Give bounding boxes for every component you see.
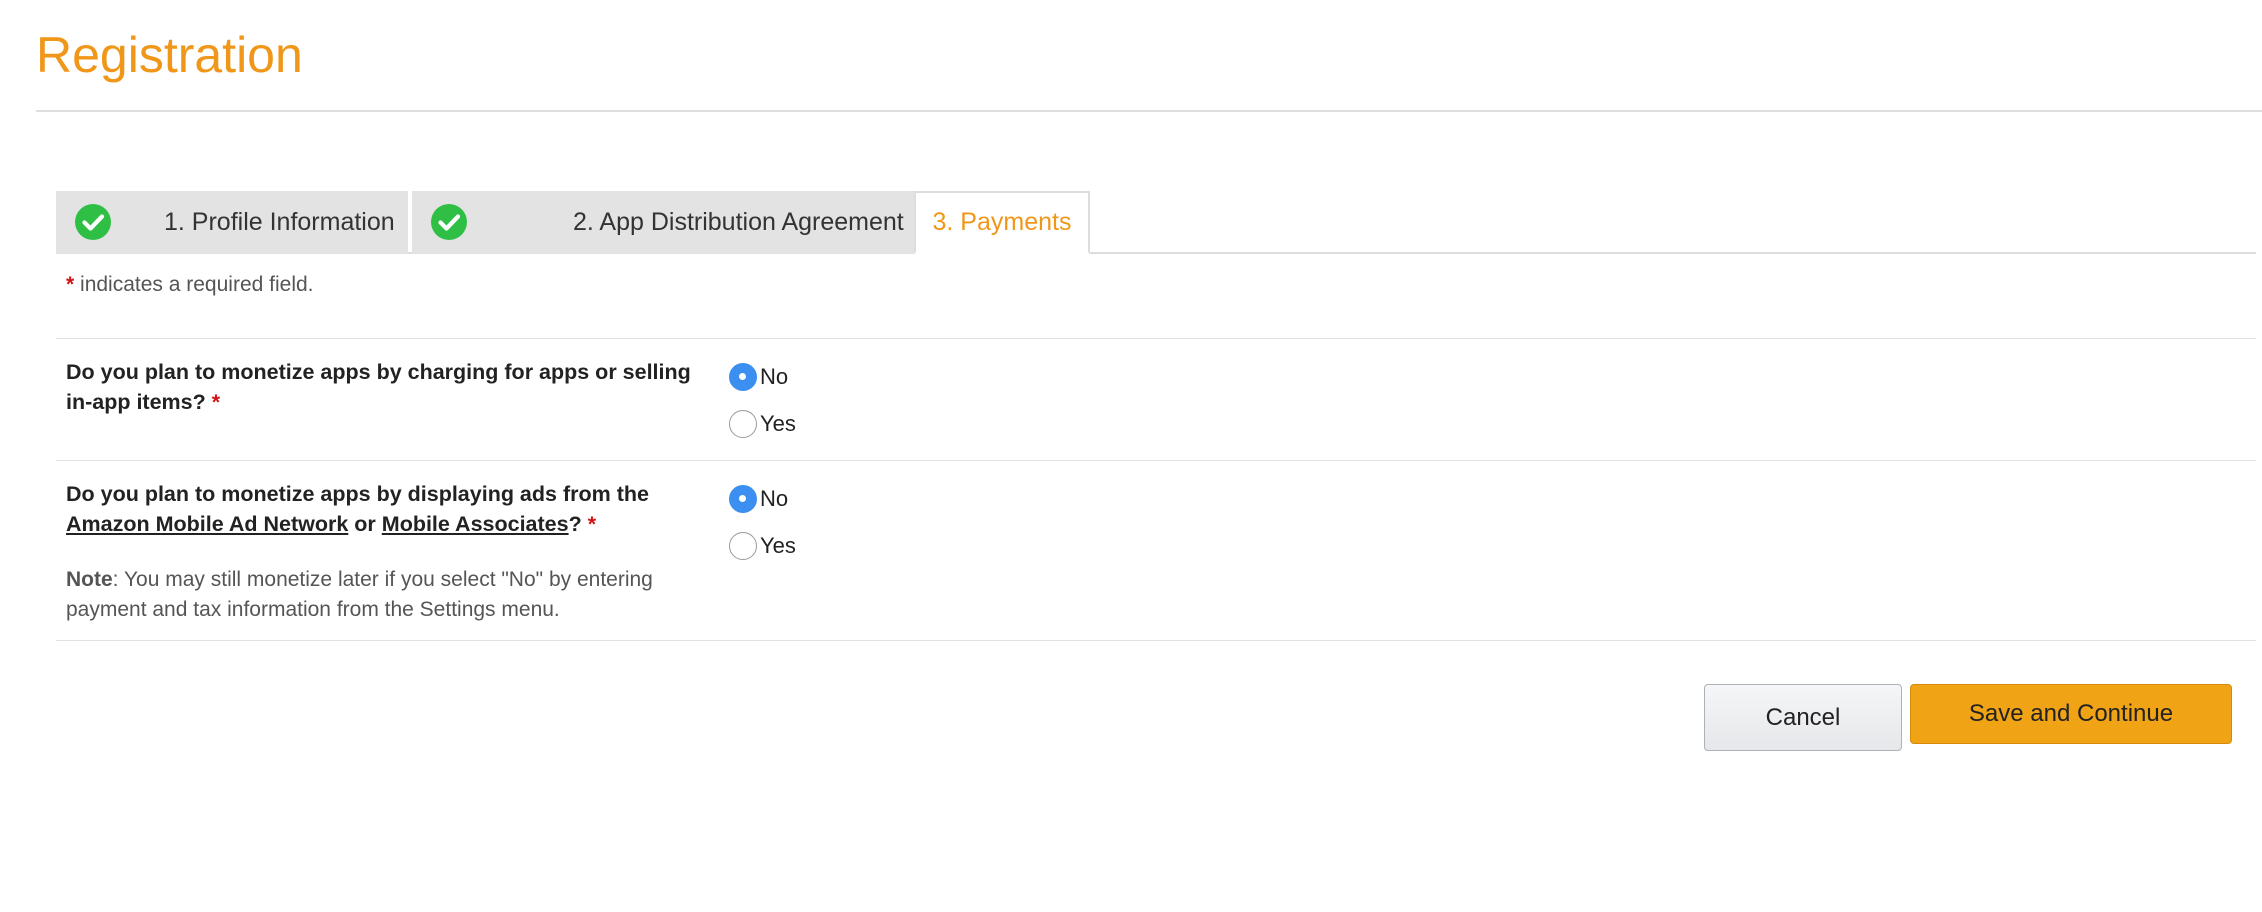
- required-star: *: [587, 512, 597, 536]
- required-star: *: [211, 390, 221, 414]
- radio-unselected-icon[interactable]: [729, 532, 757, 560]
- check-circle-icon: [431, 204, 467, 240]
- radio-label: Yes: [760, 533, 796, 558]
- q1-radio-yes[interactable]: Yes: [729, 410, 796, 438]
- monetize-later-note: Note: You may still monetize later if yo…: [66, 565, 726, 625]
- title-divider: [36, 110, 2262, 112]
- tab-label: 1. Profile Information: [164, 208, 395, 236]
- tab-payments[interactable]: 3. Payments: [914, 191, 1090, 254]
- tab-app-distribution-agreement[interactable]: 2. App Distribution Agreement: [412, 191, 914, 254]
- q2-radio-yes[interactable]: Yes: [729, 532, 796, 560]
- radio-selected-icon[interactable]: [729, 485, 757, 513]
- tab-label: 2. App Distribution Agreement: [573, 208, 904, 236]
- cancel-button[interactable]: Cancel: [1704, 684, 1902, 751]
- radio-label: No: [760, 486, 789, 511]
- question-charging-monetization: Do you plan to monetize apps by charging…: [66, 357, 716, 417]
- q2-radio-no[interactable]: No: [729, 485, 788, 513]
- amazon-mobile-ad-network-link[interactable]: Amazon Mobile Ad Network: [66, 512, 348, 536]
- q1-radio-no[interactable]: No: [729, 363, 788, 391]
- question-text: Do you plan to monetize apps by charging…: [66, 360, 691, 414]
- required-star: *: [66, 273, 75, 296]
- row-divider: [56, 338, 2256, 339]
- radio-label: No: [760, 364, 789, 389]
- question-text: Do you plan to monetize apps by displayi…: [66, 482, 649, 506]
- registration-steps: 1. Profile Information 2. App Distributi…: [56, 191, 2256, 254]
- question-text: or: [354, 512, 376, 536]
- mobile-associates-link[interactable]: Mobile Associates: [382, 512, 569, 536]
- tab-profile-information[interactable]: 1. Profile Information: [56, 191, 408, 254]
- radio-selected-icon[interactable]: [729, 363, 757, 391]
- question-ads-monetization: Do you plan to monetize apps by displayi…: [66, 479, 716, 539]
- check-circle-icon: [75, 204, 111, 240]
- tab-label: 3. Payments: [932, 208, 1072, 236]
- required-field-note: * indicates a required field.: [66, 273, 314, 297]
- radio-unselected-icon[interactable]: [729, 410, 757, 438]
- page-title: Registration: [36, 27, 303, 83]
- save-and-continue-button[interactable]: Save and Continue: [1910, 684, 2232, 744]
- note-label: Note: [66, 568, 113, 591]
- question-mark: ?: [568, 512, 582, 536]
- row-divider: [56, 460, 2256, 461]
- note-text: : You may still monetize later if you se…: [66, 568, 653, 621]
- required-note-text: indicates a required field.: [80, 273, 314, 296]
- row-divider: [56, 640, 2256, 641]
- radio-label: Yes: [760, 411, 796, 436]
